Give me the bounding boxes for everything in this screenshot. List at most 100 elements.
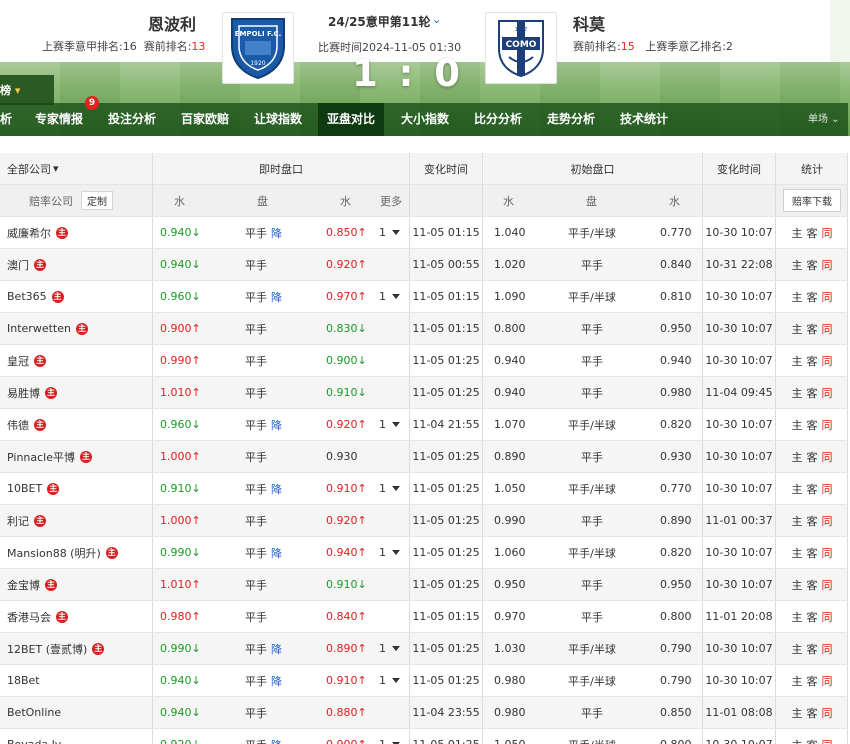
stat-same-link[interactable]: 同 — [822, 513, 833, 529]
stat-home-link[interactable]: 主 — [792, 289, 803, 305]
stat-away-link[interactable]: 客 — [807, 321, 818, 337]
stat-away-link[interactable]: 客 — [807, 577, 818, 593]
stat-same-link[interactable]: 同 — [822, 321, 833, 337]
stat-same-link[interactable]: 同 — [822, 705, 833, 721]
live-handicap[interactable]: 平手降 — [245, 281, 282, 312]
stat-same-link[interactable]: 同 — [822, 481, 833, 497]
live-home-water[interactable]: 1.010 ↑ — [160, 569, 201, 600]
more-dropdown[interactable]: 1 — [379, 537, 400, 568]
stat-home-link[interactable]: 主 — [792, 705, 803, 721]
live-handicap[interactable]: 平手 — [245, 569, 267, 600]
live-handicap[interactable]: 平手 — [245, 697, 267, 728]
live-away-water[interactable]: 0.900↑ — [326, 729, 367, 744]
nav-tab-asian-compare[interactable]: 亚盘对比 — [318, 103, 385, 136]
customize-button[interactable]: 定制 — [81, 191, 113, 210]
stat-home-link[interactable]: 主 — [792, 481, 803, 497]
home-team-name[interactable]: 恩波利 — [148, 11, 196, 35]
stat-same-link[interactable]: 同 — [822, 385, 833, 401]
live-home-water[interactable]: 0.960 ↓ — [160, 409, 201, 440]
nav-tab-betting[interactable]: 投注分析 — [108, 103, 156, 136]
more-dropdown[interactable]: 1 — [379, 633, 400, 664]
more-dropdown[interactable]: 1 — [379, 409, 400, 440]
live-home-water[interactable]: 0.920↓ — [160, 729, 201, 744]
stat-same-link[interactable]: 同 — [822, 417, 833, 433]
company-name[interactable]: Bovada.lv — [7, 729, 61, 744]
stat-away-link[interactable]: 客 — [807, 545, 818, 561]
stat-home-link[interactable]: 主 — [792, 417, 803, 433]
live-home-water[interactable]: 0.990 ↑ — [160, 345, 201, 376]
stat-away-link[interactable]: 客 — [807, 353, 818, 369]
stat-same-link[interactable]: 同 — [822, 257, 833, 273]
live-away-water[interactable]: 0.880 ↑ — [326, 697, 367, 728]
stat-away-link[interactable]: 客 — [807, 257, 818, 273]
company-name[interactable]: 金宝博主 — [7, 569, 57, 600]
live-handicap[interactable]: 平手降 — [245, 633, 282, 664]
company-filter-dropdown[interactable]: 全部公司 ▾ — [7, 153, 59, 184]
more-dropdown[interactable]: 1 — [379, 729, 400, 744]
stat-same-link[interactable]: 同 — [822, 353, 833, 369]
live-away-water[interactable]: 0.910 ↓ — [326, 377, 367, 408]
stat-away-link[interactable]: 客 — [807, 481, 818, 497]
stat-home-link[interactable]: 主 — [792, 673, 803, 689]
live-home-water[interactable]: 1.000 ↑ — [160, 505, 201, 536]
company-name[interactable]: Pinnacle平博主 — [7, 441, 93, 472]
stat-same-link[interactable]: 同 — [822, 545, 833, 561]
company-name[interactable]: BetOnline — [7, 697, 61, 728]
nav-tab-trend[interactable]: 走势分析 — [547, 103, 595, 136]
company-name[interactable]: 12BET (壹贰博) 主 — [7, 633, 105, 664]
company-name[interactable]: 18Bet — [7, 665, 40, 696]
stat-same-link[interactable]: 同 — [822, 609, 833, 625]
live-home-water[interactable]: 0.990 ↓ — [160, 537, 201, 568]
live-handicap[interactable]: 平手 — [245, 505, 267, 536]
live-home-water[interactable]: 1.000 ↑ — [160, 441, 201, 472]
live-home-water[interactable]: 0.940 ↓ — [160, 665, 201, 696]
live-home-water[interactable]: 0.940 ↓ — [160, 249, 201, 280]
live-handicap[interactable]: 平手降 — [245, 665, 282, 696]
live-away-water[interactable]: 0.940 ↑ — [326, 537, 367, 568]
nav-tab-euro-odds[interactable]: 百家欧赔 — [181, 103, 229, 136]
live-handicap[interactable]: 平手 — [245, 601, 267, 632]
stat-home-link[interactable]: 主 — [792, 225, 803, 241]
stat-away-link[interactable]: 客 — [807, 225, 818, 241]
away-team-name[interactable]: 科莫 — [573, 11, 605, 35]
live-handicap[interactable]: 平手降 — [245, 473, 282, 504]
live-home-water[interactable]: 0.960 ↓ — [160, 281, 201, 312]
company-name[interactable]: Interwetten 主 — [7, 313, 88, 344]
nav-tab-handicap[interactable]: 让球指数 — [254, 103, 302, 136]
more-dropdown[interactable]: 1 — [379, 217, 400, 248]
live-handicap[interactable]: 平手降 — [245, 537, 282, 568]
more-dropdown[interactable]: 1 — [379, 473, 400, 504]
live-away-water[interactable]: 0.830 ↓ — [326, 313, 367, 344]
stat-home-link[interactable]: 主 — [792, 321, 803, 337]
stat-same-link[interactable]: 同 — [822, 577, 833, 593]
live-home-water[interactable]: 0.940 ↓ — [160, 697, 201, 728]
nav-tab-score-analysis[interactable]: 比分分析 — [474, 103, 522, 136]
live-handicap[interactable]: 平手降 — [245, 409, 282, 440]
stat-same-link[interactable]: 同 — [822, 673, 833, 689]
company-name[interactable]: 易胜博主 — [7, 377, 57, 408]
stat-away-link[interactable]: 客 — [807, 641, 818, 657]
stat-home-link[interactable]: 主 — [792, 545, 803, 561]
company-name[interactable]: Mansion88 (明升) 主 — [7, 537, 118, 568]
stat-same-link[interactable]: 同 — [822, 449, 833, 465]
live-away-water[interactable]: 0.890 ↑ — [326, 633, 367, 664]
live-handicap[interactable]: 平手降 — [245, 729, 282, 744]
live-away-water[interactable]: 0.910 ↑ — [326, 473, 367, 504]
company-name[interactable]: Bet365 主 — [7, 281, 64, 312]
live-away-water[interactable]: 0.900 ↓ — [326, 345, 367, 376]
live-away-water[interactable]: 0.910 ↑ — [326, 665, 367, 696]
stat-same-link[interactable]: 同 — [822, 641, 833, 657]
live-handicap[interactable]: 平手 — [245, 377, 267, 408]
stat-home-link[interactable]: 主 — [792, 737, 803, 744]
home-team-logo[interactable]: EMPOLI F.C. 1920 — [222, 12, 294, 84]
stat-home-link[interactable]: 主 — [792, 257, 803, 273]
stat-same-link[interactable]: 同 — [822, 225, 833, 241]
company-name[interactable]: 伟德主 — [7, 409, 46, 440]
stat-home-link[interactable]: 主 — [792, 577, 803, 593]
stat-same-link[interactable]: 同 — [822, 289, 833, 305]
live-home-water[interactable]: 0.980 ↑ — [160, 601, 201, 632]
stat-home-link[interactable]: 主 — [792, 449, 803, 465]
round-selector[interactable]: 24/25意甲第11轮 — [328, 13, 430, 30]
single-match-dropdown[interactable]: 单场 ⌄ — [808, 103, 840, 136]
stat-away-link[interactable]: 客 — [807, 609, 818, 625]
